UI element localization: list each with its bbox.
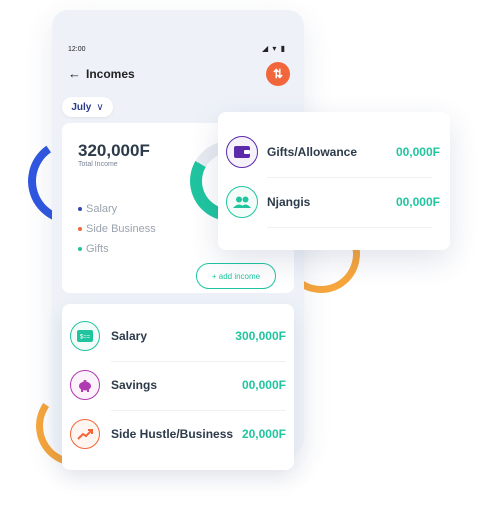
legend-label: Gifts [86,243,109,255]
income-amount: 20,000F [241,427,286,441]
status-icons: ◢ ▾ ▮ [261,44,286,53]
income-name: Salary [111,329,148,343]
income-row-gifts-allowance[interactable]: Gifts/Allowance 00,000F [218,128,450,178]
income-name: Savings [111,378,158,392]
month-value: July [71,101,92,113]
swap-icon-glyph: ⇅ [272,67,284,81]
income-name: Gifts/Allowance [267,145,358,159]
income-name: Side Hustle/Business [111,427,234,441]
income-amount: 00,000F [395,195,440,209]
income-row-savings[interactable]: Savings 00,000F [62,361,294,411]
income-amount: 00,000F [395,145,440,159]
piggy-bank-icon [70,370,100,400]
swap-icon[interactable]: ⇅ [266,62,290,86]
total-income-amount: 320,000F [78,141,150,160]
legend-item-salary: Salary [78,203,117,215]
legend-label: Side Business [86,223,156,235]
income-list-card: $== Salary 300,000F Savings 00,000F Side… [62,304,294,470]
salary-icon: $== [70,321,100,351]
wallet-icon [226,136,258,168]
legend-item-side-business: Side Business [78,223,156,235]
income-amount: 300,000F [235,329,286,343]
legend-label: Salary [86,203,118,215]
month-selector[interactable]: July ∨ [62,97,113,117]
status-time: 12:00 [68,46,86,53]
legend-dot [78,207,82,211]
chevron-down-icon: ∨ [96,101,104,113]
group-icon [226,186,258,218]
income-row-salary[interactable]: $== Salary 300,000F [62,312,294,362]
legend-dot [78,227,82,231]
page-title: Incomes [86,67,135,81]
income-row-njangis[interactable]: Njangis 00,000F [218,178,450,228]
income-amount: 00,000F [241,378,286,392]
trend-up-icon [70,419,100,449]
back-arrow-icon[interactable]: ← [68,66,81,81]
legend-item-gifts: Gifts [78,243,109,255]
extra-income-card: Gifts/Allowance 00,000F Njangis 00,000F [218,112,450,250]
income-row-side-hustle[interactable]: Side Hustle/Business 20,000F [62,410,294,460]
svg-text:$==: $== [80,335,91,341]
legend-dot [78,247,82,251]
total-income-label: Total Income [78,161,118,168]
row-divider [267,227,432,228]
income-name: Njangis [267,195,311,209]
add-income-button[interactable]: + add income [196,263,276,289]
